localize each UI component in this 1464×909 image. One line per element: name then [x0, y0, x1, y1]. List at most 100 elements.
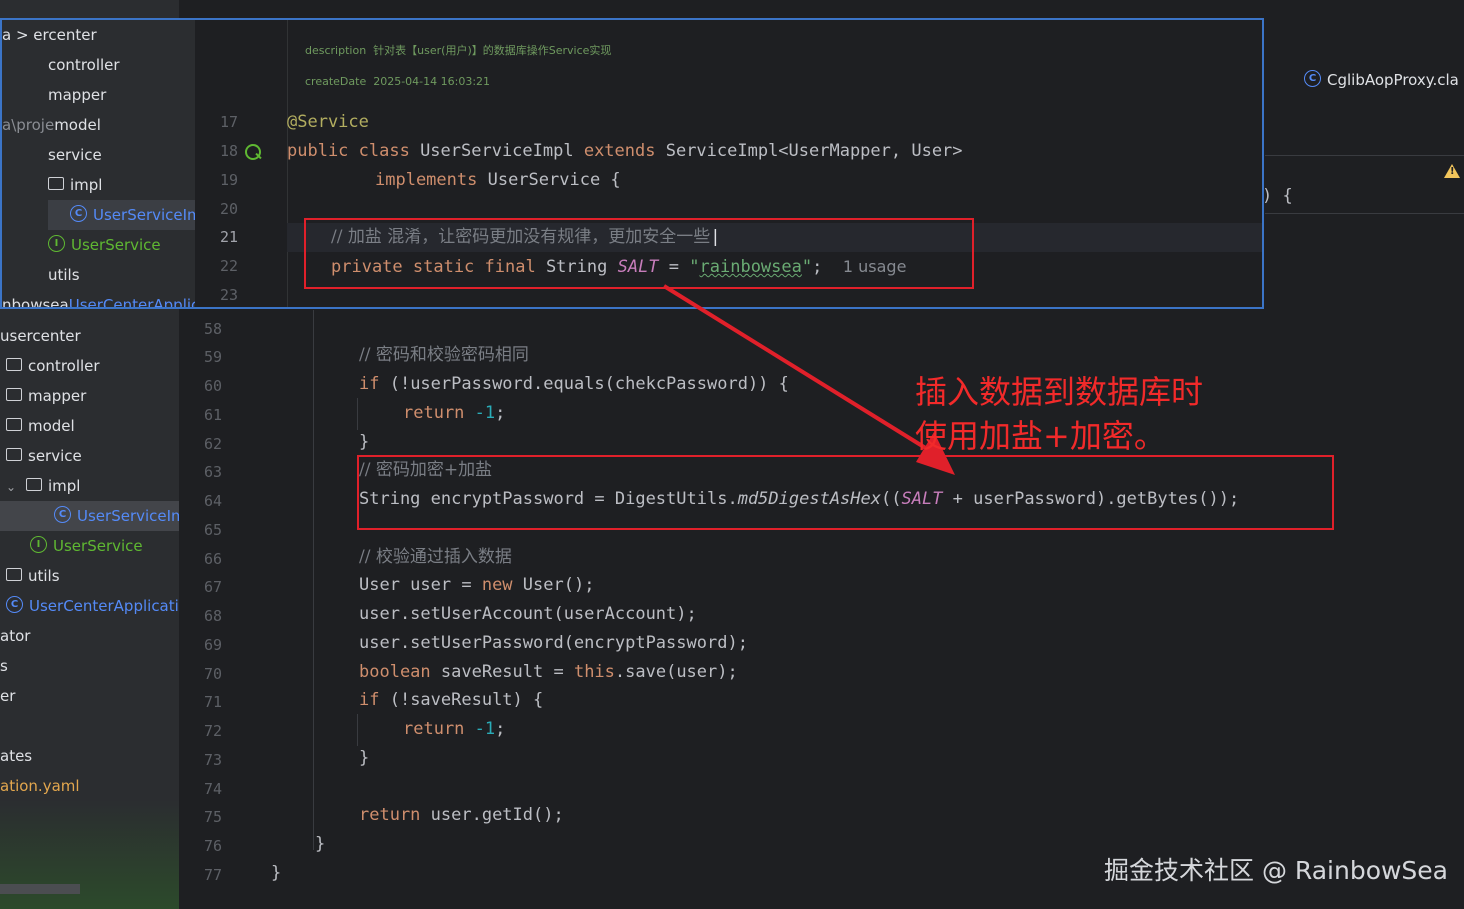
watermark: 掘金技术社区 @ RainbowSea [1104, 856, 1449, 885]
tree-item-model[interactable]: model [6, 411, 75, 441]
code-line-75: return user.getId(); [359, 801, 564, 830]
code-line-76: } [315, 830, 325, 859]
code-text: user.setUserPassword(encryptPassword); [359, 633, 748, 653]
warning-icon[interactable]: ! [1444, 164, 1460, 178]
line-number: 72 [203, 722, 222, 740]
annotation-line: 插入数据到数据库时 [915, 373, 1204, 411]
tree-item-userservice[interactable]: I UserService [30, 531, 143, 561]
tree-item-usercenter[interactable]: usercenter [0, 321, 81, 351]
tree-item-label: mapper [28, 387, 87, 405]
folder-icon [6, 388, 22, 401]
tree-item-label: controller [28, 357, 100, 375]
code-line-71: if (!saveResult) { [359, 686, 543, 715]
code-comment: // 校验通过插入数据 [359, 547, 512, 567]
code-comment: // 密码和校验密码相同 [359, 345, 529, 365]
spring-class-icon: C [6, 596, 23, 613]
code-keyword: implements [375, 170, 478, 190]
tree-item-userservice[interactable]: I UserService [48, 230, 161, 260]
code-text: .save(user); [614, 662, 738, 682]
code-peek: ) { [1262, 186, 1293, 206]
tree-item-impl[interactable]: impl [48, 170, 102, 200]
code-line-60: if (!userPassword.equals(chekcPassword))… [359, 370, 789, 399]
code-text: ServiceImpl<UserMapper, User> [655, 141, 963, 161]
folder-icon [6, 568, 22, 581]
code-text: UserServiceImpl [409, 141, 584, 161]
code-keyword: this [573, 662, 615, 682]
tree-item-model[interactable]: a\projemodel [2, 110, 101, 140]
tab-cglibaopproxy[interactable]: C CglibAopProxy.cla [1290, 64, 1464, 96]
tree-item-userserviceimpl[interactable]: C UserServiceIm [48, 200, 195, 230]
code-line-73: } [359, 744, 369, 773]
code-text: ; [495, 719, 506, 739]
tree-item-label: utils [28, 567, 60, 585]
code-line-68: user.setUserAccount(userAccount); [359, 600, 697, 629]
sidebar-scrollbar[interactable] [0, 884, 80, 894]
tree-item-label: UserCenterApplicati [29, 597, 179, 615]
tree-item-application-yaml[interactable]: ation.yaml [0, 771, 80, 801]
code-line-61: return -1; [403, 399, 505, 428]
folder-icon [6, 418, 22, 431]
code-keyword: return [403, 403, 465, 423]
code-annotation: @Service [287, 112, 369, 132]
divider [1265, 213, 1464, 214]
line-number: 67 [203, 578, 222, 596]
line-number: 18 [219, 142, 238, 160]
tree-item-label: impl [48, 477, 81, 495]
code-line-18: public class UserServiceImpl extends Ser… [287, 137, 963, 166]
tree-item-mapper[interactable]: mapper [6, 381, 86, 411]
code-keyword: boolean [359, 662, 431, 682]
tree-item[interactable]: er [0, 681, 15, 711]
code-line-69: user.setUserPassword(encryptPassword); [359, 629, 748, 658]
chevron-down-icon[interactable]: ⌄ [6, 472, 20, 502]
line-number: 20 [219, 200, 238, 218]
tree-item-usercenterapplication[interactable]: C UserCenterApplicati [6, 591, 179, 621]
tree-item-label: s [0, 657, 8, 675]
code-text: User(); [512, 575, 595, 595]
tree-item-label: nbowsea [2, 296, 69, 309]
code-text: (!saveResult) { [379, 690, 544, 710]
code-text: UserService { [477, 170, 621, 190]
tree-item-usercenter[interactable]: a > ercenter [2, 20, 97, 50]
tree-item-controller[interactable]: controller [6, 351, 100, 381]
folder-icon [6, 448, 22, 461]
class-icon: C [1304, 70, 1321, 87]
folder-icon [26, 478, 42, 491]
code-line-72: return -1; [403, 715, 505, 744]
tree-item-utils[interactable]: utils [48, 260, 80, 290]
line-number: 69 [203, 636, 222, 654]
tree-item-mapper[interactable]: mapper [48, 80, 106, 110]
tree-item-label: mapper [48, 86, 107, 104]
tree-item-service[interactable]: service [6, 441, 82, 471]
class-icon: C [70, 205, 87, 222]
line-number-current: 21 [219, 228, 238, 246]
tree-item-label: ates [0, 747, 33, 765]
code-line-19: implements UserService { [375, 166, 621, 195]
code-line-77: } [271, 859, 281, 888]
doc-description: description 针对表【user(用户)】的数据库操作Service实现 [305, 42, 611, 58]
tree-item[interactable]: ates [0, 741, 32, 771]
tree-item-userserviceimpl[interactable]: C UserServiceIm [0, 501, 179, 531]
tab-label: CglibAopProxy.cla [1327, 71, 1459, 89]
code-text: } [359, 432, 370, 452]
code-text: (!userPassword.equals(chekcPassword)) { [379, 374, 789, 394]
tree-item-impl[interactable]: ⌄ impl [6, 471, 80, 501]
popup-gutter: 17 18 19 20 21 22 23 [195, 20, 288, 307]
line-number: 68 [203, 607, 222, 625]
code-line-17: @Service [287, 108, 369, 137]
code-keyword: if [359, 690, 380, 710]
tree-item-usercenterapplication[interactable]: nbowseaUserCenterApplicati [2, 290, 195, 309]
tree-item[interactable]: s [0, 651, 8, 681]
class-icon: C [54, 506, 71, 523]
line-number: 59 [203, 348, 222, 366]
tree-item-controller[interactable]: controller [48, 50, 120, 80]
code-keyword: if [359, 374, 380, 394]
tree-item-service[interactable]: service [48, 140, 102, 170]
interface-icon: I [30, 536, 47, 553]
code-keyword: return [359, 805, 421, 825]
tree-item-utils[interactable]: utils [6, 561, 60, 591]
code-number: -1 [474, 719, 496, 739]
line-number: 61 [203, 406, 222, 424]
line-number: 58 [203, 320, 222, 338]
tree-item[interactable]: ator [0, 621, 30, 651]
implements-gutter-icon[interactable] [245, 144, 261, 160]
